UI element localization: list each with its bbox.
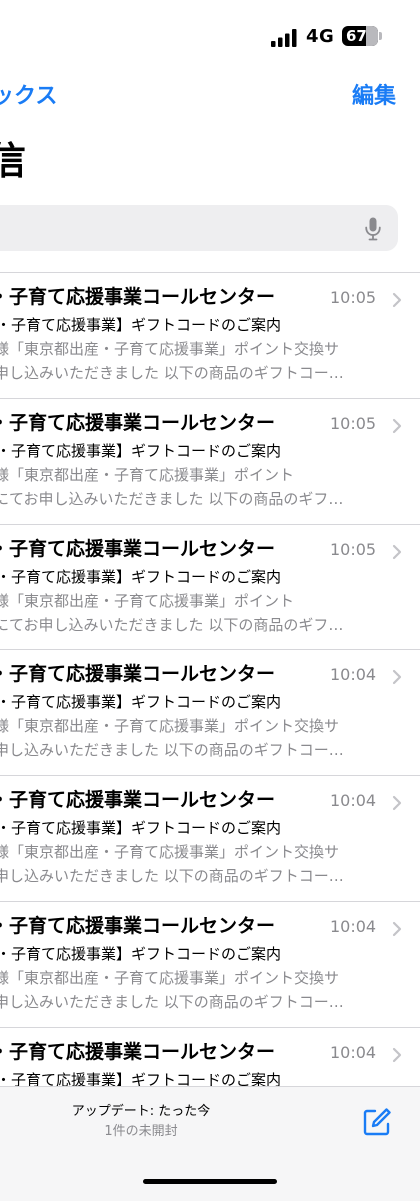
chevron-right-icon bbox=[392, 544, 402, 559]
mail-preview: 様「東京都出産・子育て応援事業」ポイント にてお申し込みいただきました 以下の商… bbox=[0, 589, 394, 637]
mail-preview-line-2: 申し込みいただきました 以下の商品のギフトコー… bbox=[0, 992, 344, 1011]
mic-icon[interactable] bbox=[365, 217, 381, 241]
chevron-right-icon bbox=[392, 796, 402, 811]
unread-count: 1件の未開封 bbox=[104, 1124, 178, 1139]
mail-list: ・子育て応援事業コールセンター 10:05 ・子育て応援事業】ギフトコードのご案… bbox=[0, 272, 420, 1095]
back-button[interactable]: ックス bbox=[0, 82, 57, 112]
mail-preview-line-1: 様「東京都出産・子育て応援事業」ポイント交換サ bbox=[0, 968, 340, 987]
mail-sender: ・子育て応援事業コールセンター bbox=[0, 663, 276, 686]
mail-preview-line-1: 様「東京都出産・子育て応援事業」ポイント bbox=[0, 465, 295, 484]
battery-level-label: 67 bbox=[346, 27, 367, 45]
mail-subject: ・子育て応援事業】ギフトコードのご案内 bbox=[0, 819, 282, 838]
mail-time: 10:04 bbox=[330, 665, 377, 685]
mail-row[interactable]: ・子育て応援事業コールセンター 10:05 ・子育て応援事業】ギフトコードのご案… bbox=[0, 399, 420, 525]
mail-time: 10:04 bbox=[330, 791, 377, 811]
bottom-toolbar: アップデート: たった今 1件の未開封 bbox=[0, 1086, 420, 1201]
mail-row[interactable]: ・子育て応援事業コールセンター 10:04 ・子育て応援事業】ギフトコードのご案… bbox=[0, 776, 420, 902]
mail-sender: ・子育て応援事業コールセンター bbox=[0, 537, 276, 560]
mail-subject: ・子育て応援事業】ギフトコードのご案内 bbox=[0, 567, 282, 586]
mail-subject: ・子育て応援事業】ギフトコードのご案内 bbox=[0, 441, 282, 460]
mail-preview-line-2: 申し込みいただきました 以下の商品のギフトコー… bbox=[0, 741, 344, 760]
network-type-label: 4G bbox=[306, 26, 335, 47]
mail-time: 10:05 bbox=[330, 539, 377, 559]
mail-preview-line-1: 様「東京都出産・子育て応援事業」ポイント交換サ bbox=[0, 843, 340, 862]
mail-preview-line-1: 様「東京都出産・子育て応援事業」ポイント bbox=[0, 591, 295, 610]
page-title: 信 bbox=[0, 139, 27, 183]
mail-sender: ・子育て応援事業コールセンター bbox=[0, 789, 276, 812]
mail-subject: ・子育て応援事業】ギフトコードのご案内 bbox=[0, 316, 282, 334]
mail-preview: 様「東京都出産・子育て応援事業」ポイント交換サ 申し込みいただきました 以下の商… bbox=[0, 966, 394, 1014]
mail-subject: ・子育て応援事業】ギフトコードのご案内 bbox=[0, 693, 282, 712]
mail-row[interactable]: ・子育て応援事業コールセンター 10:05 ・子育て応援事業】ギフトコードのご案… bbox=[0, 525, 420, 651]
battery-cap bbox=[379, 32, 382, 40]
mail-preview-line-1: 様「東京都出産・子育て応援事業」ポイント交換サ bbox=[0, 717, 340, 736]
compose-icon[interactable] bbox=[362, 1107, 392, 1137]
mail-time: 10:05 bbox=[330, 413, 377, 433]
chevron-right-icon bbox=[392, 921, 402, 937]
home-indicator bbox=[143, 1179, 277, 1184]
battery-icon: 67 bbox=[342, 26, 378, 46]
mail-preview: 様「東京都出産・子育て応援事業」ポイント にてお申し込みいただきました 以下の商… bbox=[0, 463, 394, 511]
mail-preview-line-2: 申し込みいただきました 以下の商品のギフトコー… bbox=[0, 867, 344, 886]
mail-row[interactable]: ・子育て応援事業コールセンター 10:04 ・子育て応援事業】ギフトコードのご案… bbox=[0, 650, 420, 777]
mail-sender: ・子育て応援事業コールセンター bbox=[0, 411, 276, 434]
mail-row[interactable]: ・子育て応援事業コールセンター 10:04 ・子育て応援事業】ギフトコードのご案… bbox=[0, 902, 420, 1028]
mail-preview: 様「東京都出産・子育て応援事業」ポイント交換サ 申し込みいただきました 以下の商… bbox=[0, 840, 394, 888]
status-bar: 4G 67 bbox=[0, 0, 420, 70]
mail-time: 10:04 bbox=[330, 916, 377, 936]
mail-subject: ・子育て応援事業】ギフトコードのご案内 bbox=[0, 944, 282, 963]
cellular-signal-icon bbox=[271, 29, 297, 47]
mail-preview: 様「東京都出産・子育て応援事業」ポイント交換サ 申し込みいただきました 以下の商… bbox=[0, 714, 394, 762]
search-input[interactable] bbox=[0, 205, 330, 251]
update-status: アップデート: たった今 bbox=[71, 1104, 211, 1119]
mail-preview-line-2: にてお申し込みいただきました 以下の商品のギフ… bbox=[0, 615, 344, 634]
mail-preview-line-2: にてお申し込みいただきました 以下の商品のギフ… bbox=[0, 489, 344, 508]
mail-sender: ・子育て応援事業コールセンター bbox=[0, 286, 276, 308]
edit-button[interactable]: 編集 bbox=[352, 82, 396, 112]
mail-preview-line-2: 申し込みいただきました 以下の商品のギフトコー… bbox=[0, 364, 344, 382]
mail-preview: 様「東京都出産・子育て応援事業」ポイント交換サ 申し込みいただきました 以下の商… bbox=[0, 337, 394, 385]
chevron-right-icon bbox=[392, 418, 402, 433]
mail-sender: ・子育て応援事業コールセンター bbox=[0, 914, 276, 937]
mail-time: 10:04 bbox=[330, 1042, 377, 1062]
search-bar[interactable] bbox=[0, 205, 398, 251]
chevron-right-icon bbox=[392, 670, 402, 685]
mail-preview-line-1: 様「東京都出産・子育て応援事業」ポイント交換サ bbox=[0, 340, 340, 358]
chevron-right-icon bbox=[392, 1047, 402, 1062]
mail-sender: ・子育て応援事業コールセンター bbox=[0, 1040, 276, 1063]
mail-time: 10:05 bbox=[330, 288, 377, 307]
mail-row[interactable]: ・子育て応援事業コールセンター 10:04 ・子育て応援事業】ギフトコードのご案… bbox=[0, 1028, 420, 1095]
chevron-right-icon bbox=[392, 292, 402, 308]
mail-row[interactable]: ・子育て応援事業コールセンター 10:05 ・子育て応援事業】ギフトコードのご案… bbox=[0, 273, 420, 399]
